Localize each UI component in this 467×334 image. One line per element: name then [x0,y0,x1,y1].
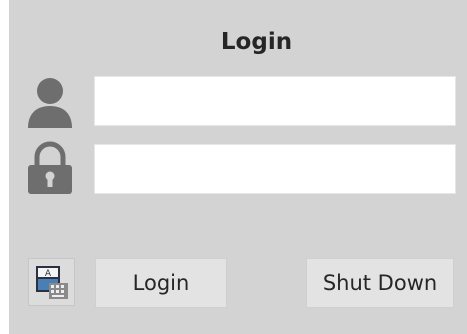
keyboard-layout-button[interactable]: A [28,258,75,306]
dialog-title: Login [220,29,293,55]
lock-icon [24,141,76,195]
username-field[interactable] [94,76,456,126]
password-field[interactable] [94,144,456,194]
shut-down-button[interactable]: Shut Down [306,258,454,308]
user-icon [24,74,76,130]
login-button[interactable]: Login [95,258,227,308]
keyboard-layout-icon: A [36,266,68,299]
keyboard-glyph: A [45,269,52,279]
